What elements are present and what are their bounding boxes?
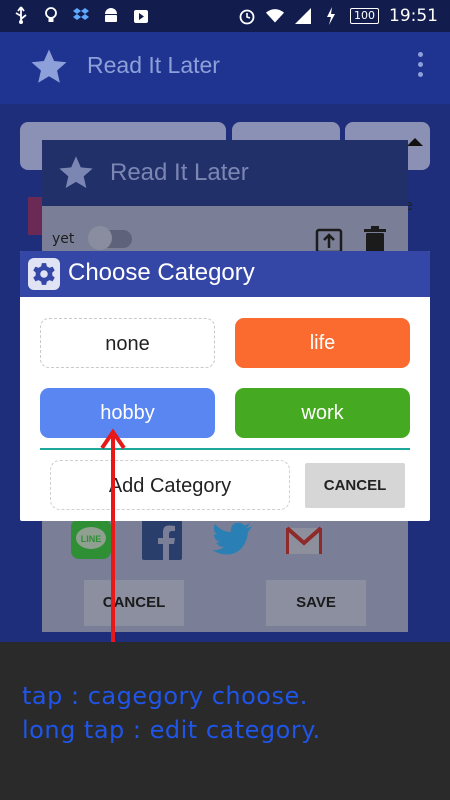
play-store-icon — [132, 6, 150, 24]
gmail-app-icon[interactable] — [285, 518, 323, 560]
star-icon — [56, 153, 96, 197]
line-app-label: LINE — [81, 534, 102, 544]
app-bar: Read It Later — [0, 32, 450, 104]
annotation-line-long-tap: long tap : edit category. — [22, 716, 321, 744]
annotation-panel: tap : cagegory choose. long tap : edit c… — [0, 642, 450, 800]
android-icon — [102, 6, 120, 24]
overflow-menu-icon[interactable] — [418, 52, 424, 82]
cancel-button[interactable]: CANCEL — [305, 463, 405, 508]
signal-icon — [294, 7, 312, 25]
wifi-icon — [266, 7, 284, 25]
dialog-title: Choose Category — [68, 259, 255, 286]
status-bar: 100 19:51 — [0, 0, 450, 32]
read-it-later-dialog-header: Read It Later — [42, 140, 408, 206]
category-work-button[interactable]: work — [235, 388, 410, 438]
toggle-knob — [88, 226, 112, 250]
battery-level: 100 — [350, 8, 379, 24]
annotation-line-tap: tap : cagegory choose. — [22, 682, 308, 710]
divider — [40, 448, 410, 450]
dropbox-icon — [72, 6, 90, 24]
read-it-later-dialog-title: Read It Later — [110, 159, 249, 186]
toggle-label: yet — [52, 231, 75, 247]
charging-icon — [322, 7, 340, 25]
usb-icon — [12, 6, 30, 24]
clock: 19:51 — [389, 6, 438, 26]
alarm-icon — [238, 7, 256, 25]
star-icon — [28, 46, 70, 92]
background-cancel-button[interactable]: CANCEL — [84, 580, 184, 626]
category-none-button[interactable]: none — [40, 318, 215, 368]
background-save-button[interactable]: SAVE — [266, 580, 366, 626]
facebook-app-icon[interactable] — [142, 518, 182, 564]
bulb-icon — [42, 6, 60, 24]
twitter-app-icon[interactable] — [212, 518, 254, 562]
add-category-button[interactable]: Add Category — [50, 460, 290, 510]
gear-icon — [28, 258, 60, 290]
choose-category-dialog: Choose Category none life hobby work Add… — [20, 251, 430, 521]
app-title: Read It Later — [87, 52, 220, 78]
category-life-button[interactable]: life — [235, 318, 410, 368]
annotation-arrow — [100, 428, 126, 670]
choose-category-header: Choose Category — [20, 251, 430, 297]
